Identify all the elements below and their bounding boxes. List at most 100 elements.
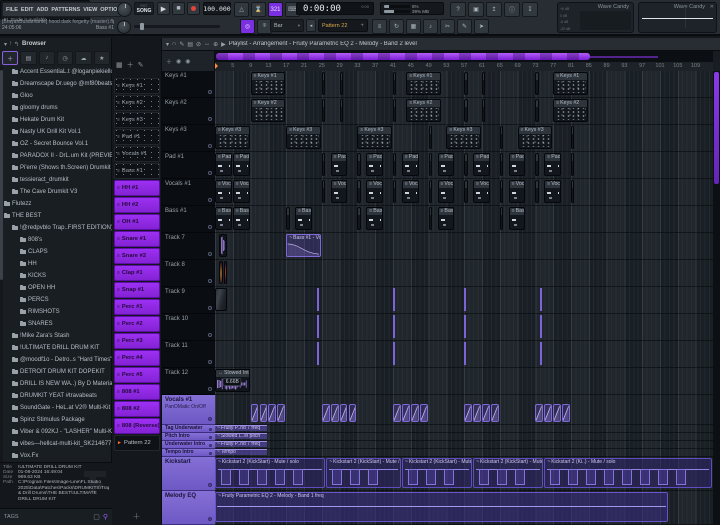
browser-item[interactable]: !Mike Zara's Stash <box>4 330 112 342</box>
track-lane[interactable] <box>215 314 713 341</box>
pattern-clip[interactable]: ≡ <box>482 72 485 95</box>
master-pitch-knob[interactable] <box>117 20 131 34</box>
browser-item[interactable]: Pi'erre (Shows th.Screen) Drumkit <box>4 162 112 174</box>
audio-clip[interactable]: ↔Slowed Intro6.66B <box>215 369 250 392</box>
pattern-clip[interactable]: ≡ <box>464 99 467 122</box>
pattern-clip[interactable]: ≡Vocals #1 <box>509 180 526 203</box>
browser-item[interactable]: KICKS <box>4 270 112 282</box>
pattern-item[interactable]: ≡Perc #1 <box>114 299 160 315</box>
pattern-clip[interactable]: ≡ <box>429 207 432 230</box>
track-name[interactable]: Keys #2 <box>162 98 215 125</box>
browser-item[interactable]: DRUMKIT YEAT #travabeats <box>4 390 112 402</box>
snap-unit-select[interactable]: Bar ▾ <box>270 19 304 32</box>
copy-icon[interactable]: ▢ <box>93 513 100 521</box>
menu-edit[interactable]: EDIT <box>21 7 34 13</box>
paint-icon[interactable]: ▤ <box>187 41 193 48</box>
track-lane[interactable]: ~Slowed L..el pitch <box>215 433 713 441</box>
browser-item[interactable]: RIMSHOTS <box>4 306 112 318</box>
pattern-clip[interactable]: ≡Bass #1 <box>438 207 455 230</box>
pattern-clip[interactable]: ≡Vocals #1 <box>473 180 490 203</box>
hzoom-knob-icon[interactable]: ◉ <box>176 58 181 65</box>
time-display[interactable]: 0:00:00 0:00 <box>296 2 374 15</box>
pattern-clip[interactable]: ≡ <box>482 99 485 122</box>
note-icon[interactable]: ♪ <box>423 19 438 34</box>
track-name[interactable]: Vocals #1 <box>162 179 215 206</box>
pattern-clip[interactable]: ≡ <box>535 99 538 122</box>
record-arm-dot[interactable] <box>208 360 212 364</box>
pattern-item[interactable]: ≡Keys #2 <box>114 95 160 111</box>
menu-add[interactable]: ADD <box>36 7 48 13</box>
record-arm-dot[interactable] <box>208 517 212 521</box>
track-name[interactable]: Bass #1 <box>162 206 215 233</box>
track-name[interactable]: Keys #1 <box>162 71 215 98</box>
overdub-icon[interactable]: ≡ <box>372 19 387 34</box>
tab-recent-icon[interactable]: ◷ <box>57 51 73 65</box>
automation-clip[interactable] <box>562 404 570 422</box>
pattern-clip[interactable]: ≡ <box>393 72 396 95</box>
automation-clip[interactable]: ~Fruity P..nd 7 freq <box>215 425 267 431</box>
pattern-clip[interactable]: ≡Keys #2 <box>553 99 588 122</box>
pattern-clip[interactable]: ≡Vocals #1 <box>402 180 419 203</box>
track-lane[interactable]: ↔Slowed Intro6.66B <box>215 368 713 395</box>
browser-item[interactable]: The Cave Drumkit V3 <box>4 186 112 198</box>
browser-item[interactable]: Viber & 092KJ - "LASHER" Multi-Kit <box>4 426 112 438</box>
link-icon[interactable]: ◎ <box>240 19 255 34</box>
pattern-clip[interactable] <box>540 315 542 338</box>
track-lane[interactable]: ≡Vocals #1 ≡Vocals #1 ≡ ≡Vocals #1 ≡ ≡Vocals … <box>215 179 713 206</box>
tab-plus-icon[interactable]: ＋ <box>2 51 18 65</box>
automation-clip[interactable]: ~Slowed L..el pitch <box>215 433 267 439</box>
browser-item[interactable]: gloomy drums <box>4 102 112 114</box>
zoom-icon[interactable]: ⊕ <box>213 41 218 48</box>
track-name[interactable]: Track 10 <box>162 314 215 341</box>
pattern-item[interactable]: ≡Snare #2 <box>114 248 160 264</box>
track-name[interactable]: Tag Underwater <box>162 425 215 433</box>
cut-tool-icon[interactable]: ✂ <box>440 19 455 34</box>
pattern-clip[interactable]: ≡Vocals #1 <box>544 180 561 203</box>
audio-clip[interactable] <box>219 234 227 257</box>
audio-clip[interactable] <box>219 261 222 284</box>
track-lane[interactable]: ≡Keys #2≡≡≡≡Keys #2≡≡≡≡Keys #2 <box>215 98 713 125</box>
pattern-clip[interactable]: ≡ <box>571 180 574 203</box>
pattern-item[interactable]: ≡Snare #1 <box>114 231 160 247</box>
record-arm-dot[interactable] <box>208 483 212 487</box>
automation-clip[interactable]: ~Kickstart 2 (Ki..) - Mute / solo <box>544 458 712 488</box>
pattern-clip[interactable]: ≡ <box>357 180 360 203</box>
track-name[interactable]: Vocals #1PanOMatic On/Off <box>162 395 215 425</box>
draw-pattern-icon[interactable]: ✎ <box>138 61 144 69</box>
automation-clip[interactable] <box>544 404 552 422</box>
overview-thumb[interactable] <box>216 53 590 60</box>
pattern-clip[interactable]: ≡Keys #3 <box>357 126 392 149</box>
pattern-clip[interactable]: ≡ <box>500 207 503 230</box>
automation-clip[interactable]: ~Kickstart 2 (KickStart) - Mute / solo <box>473 458 543 488</box>
pattern-clip[interactable]: ≡Pad #1 <box>509 153 526 176</box>
record-arm-dot[interactable] <box>208 198 212 202</box>
pattern-clip[interactable] <box>317 342 319 365</box>
record-arm-dot[interactable] <box>208 117 212 121</box>
track-lane[interactable] <box>215 395 713 425</box>
draw-tool-icon[interactable]: ✎ <box>457 19 472 34</box>
pattern-clip[interactable]: ≡Pad #1 <box>331 153 348 176</box>
automation-clip[interactable] <box>393 404 401 422</box>
step-edit-icon[interactable]: ▦ <box>406 19 421 34</box>
pattern-clip[interactable]: ≡Bass #1 <box>509 207 526 230</box>
automation-clip[interactable] <box>277 404 285 422</box>
tab-files-icon[interactable]: ▤ <box>20 51 36 65</box>
playlist-lanes[interactable]: ≡Keys #1≡≡≡≡Keys #1≡≡≡≡Keys #1≡Keys #2≡≡… <box>215 71 713 525</box>
browser-back-icon[interactable]: ↰ <box>14 41 19 48</box>
automation-clip[interactable] <box>482 404 490 422</box>
pencil-icon[interactable]: ✎ <box>179 41 184 48</box>
stop-button[interactable]: ■ <box>172 2 185 15</box>
browser-item[interactable]: Accent EssentiaL.t @loganpiekiello <box>4 66 112 78</box>
browser-item[interactable]: !ULTIMATE DRILL DRUM KIT <box>4 342 112 354</box>
track-name[interactable]: Pad #1 <box>162 152 215 179</box>
pattern-item[interactable]: ≡Perc #3 <box>114 333 160 349</box>
pattern-clip[interactable]: ≡ <box>535 180 538 203</box>
pattern-clip[interactable]: ≡Vocals #1 <box>438 180 455 203</box>
pattern-clip[interactable]: ≡Keys #1 <box>406 72 441 95</box>
browser-item[interactable]: Gloo <box>4 90 112 102</box>
automation-clip[interactable] <box>420 404 428 422</box>
track-lane[interactable]: ≡Pad #1≡Pad #1≡≡Pad #1≡≡Pad #1≡≡Pad #1≡≡… <box>215 152 713 179</box>
browser-item[interactable]: SNARES <box>4 318 112 330</box>
wave-candy-meter[interactable]: Wave Candy +6 dB0 dB-6 dB-20 dB <box>557 2 634 33</box>
pattern-clip[interactable] <box>464 342 466 365</box>
